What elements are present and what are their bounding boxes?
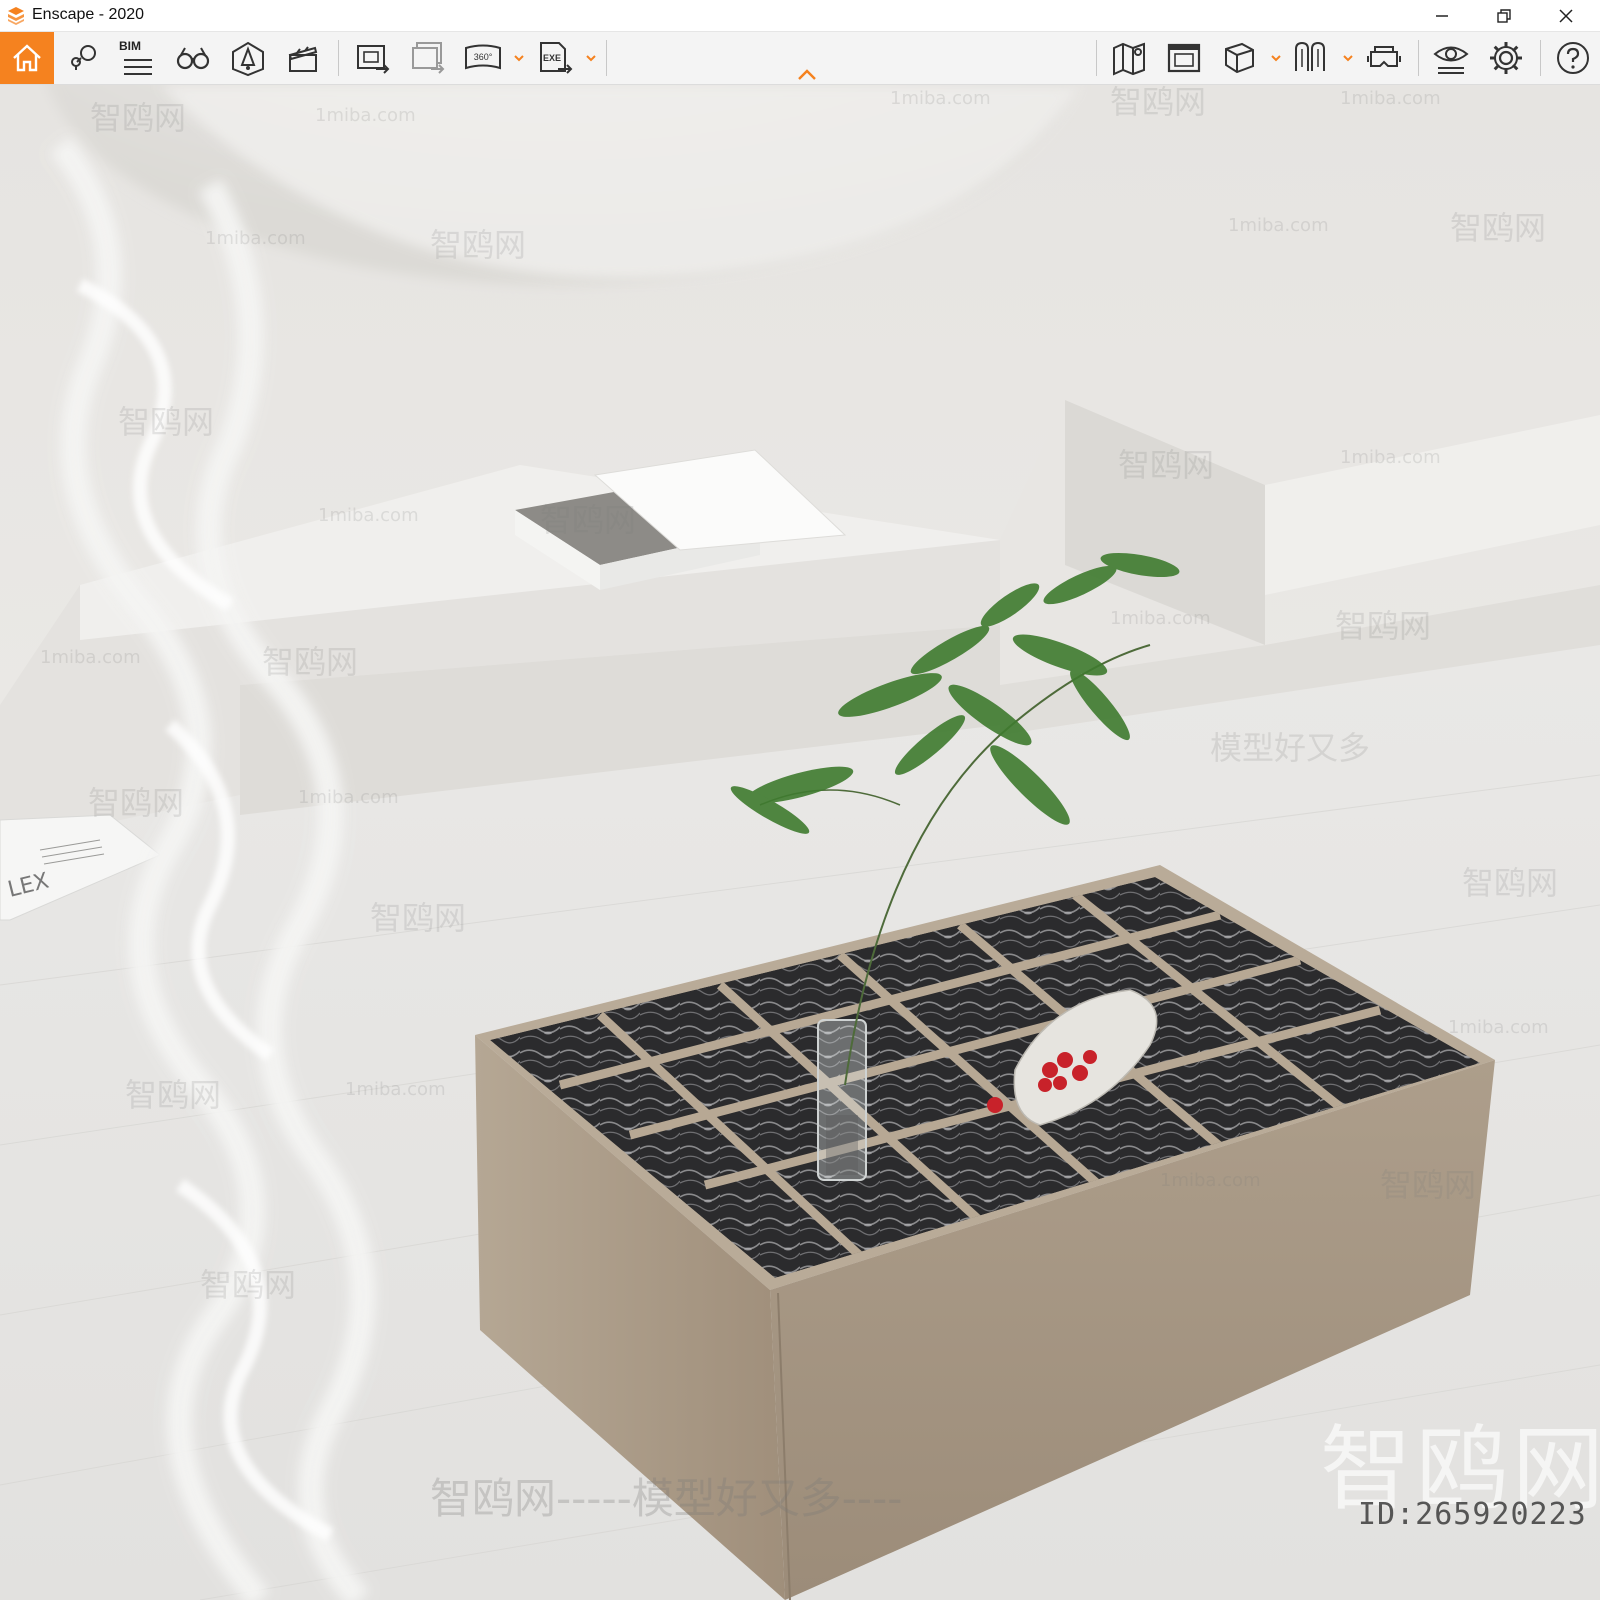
chevron-down-icon[interactable] bbox=[585, 53, 597, 63]
watermark-site: 1miba.com bbox=[1110, 608, 1211, 629]
home-button[interactable] bbox=[0, 32, 54, 84]
chevron-down-icon[interactable] bbox=[1270, 53, 1282, 63]
batch-render-icon bbox=[412, 42, 445, 74]
main-toolbar: BIM 360° EXE bbox=[0, 32, 1600, 85]
walk-mode-button[interactable] bbox=[166, 32, 220, 84]
view-cube-icon bbox=[1225, 42, 1254, 74]
svg-text:EXE: EXE bbox=[543, 53, 561, 63]
vr-headset-icon bbox=[1367, 46, 1401, 67]
batch-render-button[interactable] bbox=[401, 32, 455, 84]
watermark-brand: 智鸥网 bbox=[1335, 607, 1432, 645]
window-title: Enscape - 2020 bbox=[32, 6, 145, 23]
light-view-button[interactable] bbox=[221, 32, 275, 84]
close-button[interactable] bbox=[1536, 0, 1596, 31]
watermark-site: 1miba.com bbox=[890, 88, 991, 109]
chevron-down-icon[interactable] bbox=[1342, 53, 1354, 63]
watermark-brand: 智鸥网 bbox=[262, 643, 359, 681]
render-viewport[interactable]: LEX 1miba.com 智鸥网 1miba.com 智鸥网 1miba.co… bbox=[0, 85, 1600, 1600]
close-icon bbox=[1559, 8, 1573, 23]
settings-icon bbox=[1490, 42, 1522, 74]
watermark-brand: 智鸥网 bbox=[430, 226, 527, 264]
watermark-site: 1miba.com bbox=[1340, 88, 1441, 109]
watermark-brand: 智鸥网 bbox=[1380, 1166, 1477, 1204]
title-bar: Enscape - 2020 bbox=[0, 0, 1600, 32]
video-editor-button[interactable] bbox=[276, 32, 330, 84]
render-screenshot-button[interactable] bbox=[346, 32, 400, 84]
light-view-icon bbox=[232, 41, 264, 77]
watermark-brand: 智鸥网 bbox=[88, 784, 185, 822]
svg-text:360°: 360° bbox=[474, 52, 493, 62]
restore-button[interactable] bbox=[1474, 0, 1534, 31]
material-editor-button[interactable] bbox=[1157, 32, 1211, 84]
scene-render: LEX bbox=[0, 85, 1600, 1600]
exe-export-icon: EXE bbox=[540, 42, 573, 74]
material-editor-icon bbox=[1167, 43, 1201, 73]
watermark-brand: 智鸥网 bbox=[1118, 446, 1215, 484]
watermark-brand: 智鸥网 bbox=[1462, 864, 1559, 902]
watermark-brand: 智鸥网 bbox=[1110, 85, 1207, 121]
watermark-site: 1miba.com bbox=[1340, 447, 1441, 468]
watermark-brand: 智鸥网 bbox=[118, 403, 215, 441]
panorama-button[interactable]: 360° bbox=[456, 32, 510, 84]
restore-icon bbox=[1497, 8, 1511, 23]
watermark-site: 1miba.com bbox=[1448, 1017, 1549, 1038]
watermark-site: 1miba.com bbox=[315, 105, 416, 126]
bim-info-button[interactable] bbox=[1283, 32, 1337, 84]
watermark-brand: 智鸥网 bbox=[125, 1076, 222, 1114]
bim-label: BIM bbox=[119, 39, 141, 53]
settings-button[interactable] bbox=[1479, 32, 1533, 84]
toolbar-separator bbox=[606, 40, 607, 76]
chevron-down-icon[interactable] bbox=[513, 53, 525, 63]
map-icon bbox=[1113, 42, 1145, 76]
watermark-site: 1miba.com bbox=[205, 228, 306, 249]
watermark-brand: 智鸥网 bbox=[370, 899, 467, 937]
bim-button[interactable]: BIM bbox=[111, 32, 165, 84]
watermark-bottom-line: 智鸥网-----模型好又多---- bbox=[430, 1474, 903, 1523]
minimize-icon bbox=[1436, 14, 1448, 17]
collapse-toolbar-icon[interactable] bbox=[796, 68, 818, 82]
toolbar-separator bbox=[1540, 40, 1541, 76]
toolbar-separator bbox=[1096, 40, 1097, 76]
help-icon bbox=[1557, 42, 1589, 74]
watermark-site: 1miba.com bbox=[40, 647, 141, 668]
asset-library-icon bbox=[71, 45, 96, 70]
video-editor-icon bbox=[288, 46, 318, 72]
watermark-site: 1miba.com bbox=[1160, 1170, 1261, 1191]
bim-info-icon bbox=[1295, 41, 1325, 71]
toolbar-separator bbox=[338, 40, 339, 76]
watermark-slogan: 模型好又多 bbox=[1210, 729, 1371, 767]
binoculars-icon bbox=[176, 47, 210, 70]
watermark-brand: 智鸥网 bbox=[200, 1266, 297, 1304]
enscape-logo-icon bbox=[8, 7, 24, 25]
help-button[interactable] bbox=[1546, 32, 1600, 84]
map-button[interactable] bbox=[1102, 32, 1156, 84]
watermark-site: 1miba.com bbox=[298, 787, 399, 808]
panorama-icon: 360° bbox=[465, 44, 501, 70]
watermark-id: ID:265920223 bbox=[1358, 1497, 1587, 1532]
watermark-site: 1miba.com bbox=[1228, 215, 1329, 236]
watermark-brand: 智鸥网 bbox=[1450, 209, 1547, 247]
watermark-brand: 智鸥网 bbox=[90, 99, 187, 137]
vr-headset-button[interactable] bbox=[1357, 32, 1411, 84]
minimize-button[interactable] bbox=[1412, 0, 1472, 31]
visual-settings-button[interactable] bbox=[1424, 32, 1478, 84]
view-cube-button[interactable] bbox=[1212, 32, 1266, 84]
exe-export-button[interactable]: EXE bbox=[528, 32, 582, 84]
toolbar-separator bbox=[1418, 40, 1419, 76]
visual-settings-icon bbox=[1433, 46, 1469, 74]
home-icon bbox=[13, 44, 41, 72]
watermark-brand: 智鸥网 bbox=[540, 501, 637, 539]
watermark-site: 1miba.com bbox=[318, 505, 419, 526]
render-screenshot-icon bbox=[357, 45, 390, 74]
asset-library-button[interactable] bbox=[56, 32, 110, 84]
watermark-site: 1miba.com bbox=[345, 1079, 446, 1100]
